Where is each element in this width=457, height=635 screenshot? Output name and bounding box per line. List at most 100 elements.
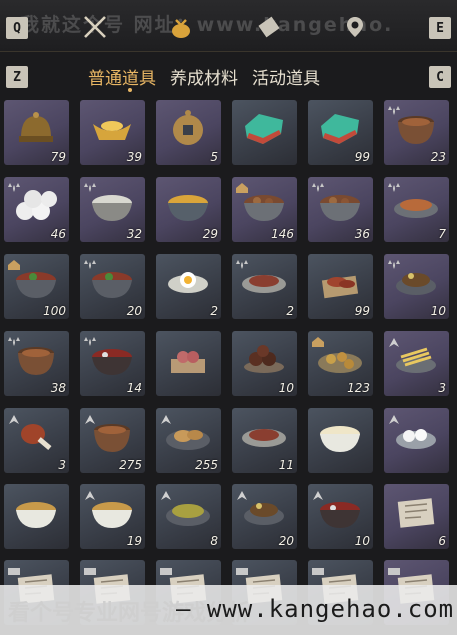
inventory-slot[interactable]: 29 <box>156 177 221 242</box>
buff-badge-icon <box>7 179 21 192</box>
inventory-slot[interactable]: 255 <box>156 408 221 473</box>
crossed-swords-icon[interactable] <box>80 12 110 42</box>
inventory-slot[interactable]: 6 <box>384 484 449 549</box>
watermark-text: 我就这个号 网址：www.kangehao. <box>20 14 394 36</box>
inventory-slot[interactable]: 38 <box>4 331 69 396</box>
inventory-slot[interactable] <box>232 100 297 165</box>
watermark-url: — www.kangehao.com <box>176 595 455 623</box>
item-quantity: 275 <box>119 458 142 472</box>
bottom-watermark: 看个号专业网号游戏分析 — www.kangehao.com <box>0 585 457 635</box>
up-badge-icon <box>311 486 325 500</box>
inventory-slot[interactable]: 20 <box>80 254 145 319</box>
key-hint-c[interactable]: C <box>429 66 451 88</box>
up-badge-icon <box>159 410 173 424</box>
inventory-slot[interactable]: 36 <box>308 177 373 242</box>
category-tabs: Z 普通道具 养成材料 活动道具 C <box>0 60 457 96</box>
inventory-slot[interactable]: 146 <box>232 177 297 242</box>
item-quantity: 7 <box>438 227 446 241</box>
inventory-slot[interactable]: 5 <box>156 100 221 165</box>
inventory-slot[interactable]: 39 <box>80 100 145 165</box>
buff-badge-icon <box>83 256 97 269</box>
tofu-soup-icon <box>315 416 365 456</box>
buff-badge-icon <box>7 333 21 346</box>
inventory-slot[interactable]: 10 <box>308 484 373 549</box>
soup-bowl-icon <box>163 185 213 225</box>
inventory-slot[interactable]: 32 <box>80 177 145 242</box>
inventory-slot[interactable]: 275 <box>80 408 145 473</box>
tag-badge-icon <box>235 562 249 575</box>
buff-badge-icon <box>387 179 401 192</box>
inventory-slot[interactable]: 8 <box>156 484 221 549</box>
item-quantity: 32 <box>126 227 142 241</box>
item-quantity: 46 <box>50 227 66 241</box>
jade-icon <box>315 108 365 148</box>
tab-event-items[interactable]: 活动道具 <box>252 64 320 89</box>
item-quantity: 3 <box>58 458 66 472</box>
helmet-icon <box>11 108 61 148</box>
inventory-slot[interactable]: 3 <box>384 331 449 396</box>
inventory-slot[interactable]: 19 <box>80 484 145 549</box>
active-tab-indicator <box>128 88 132 92</box>
buff-badge-icon <box>387 256 401 269</box>
inventory-slot[interactable]: 2 <box>156 254 221 319</box>
inventory-slot[interactable]: 10 <box>384 254 449 319</box>
item-quantity: 23 <box>430 150 446 164</box>
item-quantity: 255 <box>195 458 218 472</box>
inventory-slot[interactable] <box>156 331 221 396</box>
cake-icon <box>163 339 213 379</box>
inventory-slot[interactable]: 79 <box>4 100 69 165</box>
inventory-slot[interactable]: 7 <box>384 177 449 242</box>
inventory-slot[interactable]: 46 <box>4 177 69 242</box>
item-quantity: 3 <box>438 381 446 395</box>
tag-badge-icon <box>159 562 173 575</box>
up-badge-icon <box>387 333 401 347</box>
inventory-slot[interactable] <box>4 484 69 549</box>
item-quantity: 123 <box>347 381 370 395</box>
tag-badge-icon <box>387 562 401 575</box>
buff-badge-icon <box>83 179 97 192</box>
up-badge-icon <box>83 410 97 424</box>
inventory-slot[interactable]: 99 <box>308 100 373 165</box>
key-hint-e[interactable]: E <box>429 17 451 39</box>
key-hint-z[interactable]: Z <box>6 66 28 88</box>
inventory-slot[interactable]: 23 <box>384 100 449 165</box>
tab-general-items[interactable]: 普通道具 <box>88 64 156 89</box>
inventory-slot[interactable] <box>384 408 449 473</box>
inventory-slot[interactable] <box>308 408 373 473</box>
item-quantity: 36 <box>354 227 370 241</box>
up-badge-icon <box>235 486 249 500</box>
top-bar: 我就这个号 网址：www.kangehao. Q E <box>0 0 457 52</box>
inventory-slot[interactable]: 2 <box>232 254 297 319</box>
noodle-bowl-icon <box>11 492 61 532</box>
item-quantity: 29 <box>202 227 218 241</box>
inventory-slot[interactable]: 123 <box>308 331 373 396</box>
scroll-recipe-icon <box>391 492 441 532</box>
inventory-slot[interactable]: 99 <box>308 254 373 319</box>
inventory-slot[interactable]: 3 <box>4 408 69 473</box>
buff-badge-icon <box>235 256 249 269</box>
scroll-icon[interactable] <box>254 12 284 42</box>
inventory-slot[interactable]: 20 <box>232 484 297 549</box>
item-quantity: 10 <box>354 534 370 548</box>
item-quantity: 20 <box>278 534 294 548</box>
inventory-slot[interactable]: 10 <box>232 331 297 396</box>
item-quantity: 38 <box>50 381 66 395</box>
tab-upgrade-materials[interactable]: 养成材料 <box>170 64 238 89</box>
buff-badge-icon <box>83 333 97 346</box>
inventory-slot[interactable]: 11 <box>232 408 297 473</box>
inventory-slot[interactable]: 100 <box>4 254 69 319</box>
up-badge-icon <box>83 486 97 500</box>
item-quantity: 10 <box>430 304 446 318</box>
item-quantity: 19 <box>126 534 142 548</box>
item-quantity: 99 <box>354 150 370 164</box>
house-badge-icon <box>235 179 249 193</box>
egg-dish-icon <box>163 262 213 302</box>
gold-ingot-icon <box>87 108 137 148</box>
money-bag-icon[interactable] <box>166 12 196 42</box>
inventory-slot[interactable]: 14 <box>80 331 145 396</box>
map-pin-icon[interactable] <box>340 12 370 42</box>
item-quantity: 99 <box>354 304 370 318</box>
tag-badge-icon <box>7 562 21 575</box>
key-hint-q[interactable]: Q <box>6 17 28 39</box>
item-quantity: 2 <box>210 304 218 318</box>
